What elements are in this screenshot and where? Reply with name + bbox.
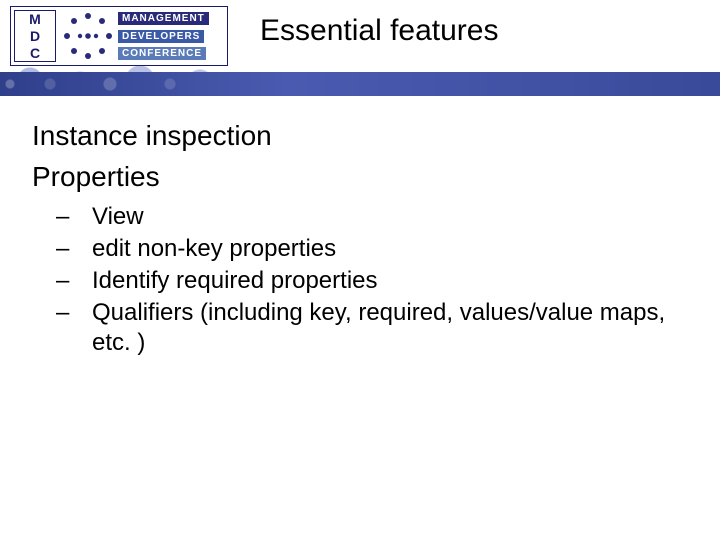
body-heading-line: Properties (32, 159, 696, 194)
logo-letter: D (30, 29, 40, 43)
header-divider-band (0, 72, 720, 96)
logo-mdc-letters: M D C (14, 10, 56, 62)
mdc-logo: M D C (10, 6, 228, 66)
list-item-text: Identify required properties (92, 267, 378, 294)
bullet-list: –View –edit non-key properties –Identify… (74, 202, 696, 358)
logo-words: MANAGEMENT DEVELOPERS CONFERENCE (118, 12, 226, 60)
list-item: –Identify required properties (74, 266, 696, 296)
logo-word: CONFERENCE (118, 47, 206, 60)
logo-letter: M (29, 12, 41, 26)
logo-letter: C (30, 46, 40, 60)
slide-title: Essential features (260, 14, 498, 48)
list-item-text: edit non-key properties (92, 235, 336, 262)
list-item: –View (74, 202, 696, 232)
list-item: –Qualifiers (including key, required, va… (74, 298, 696, 358)
logo-word: MANAGEMENT (118, 12, 209, 25)
logo-dotted-ellipse-icon (62, 12, 114, 60)
logo-word: DEVELOPERS (118, 30, 204, 43)
slide-body: Instance inspection Properties –View –ed… (32, 118, 696, 360)
list-item-text: View (92, 203, 144, 230)
list-item: –edit non-key properties (74, 234, 696, 264)
list-item-text: Qualifiers (including key, required, val… (92, 299, 665, 356)
body-heading-line: Instance inspection (32, 118, 696, 153)
header: M D C (0, 0, 720, 72)
slide: M D C (0, 0, 720, 540)
